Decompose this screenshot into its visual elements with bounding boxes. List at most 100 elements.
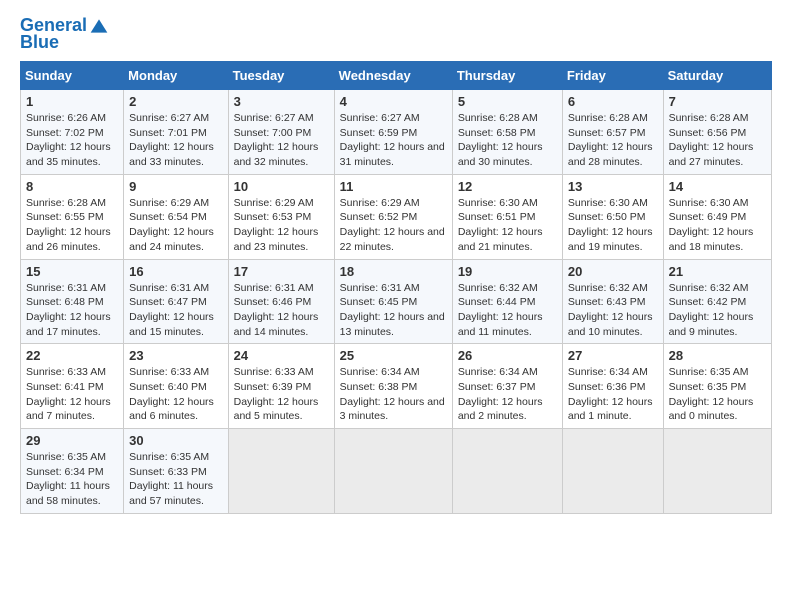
day-number: 20 — [568, 264, 658, 279]
day-number: 1 — [26, 94, 118, 109]
day-number: 25 — [340, 348, 447, 363]
day-info: Sunrise: 6:30 AMSunset: 6:50 PMDaylight:… — [568, 196, 658, 255]
day-number: 12 — [458, 179, 557, 194]
day-info: Sunrise: 6:28 AMSunset: 6:56 PMDaylight:… — [669, 111, 766, 170]
col-header-sunday: Sunday — [21, 62, 124, 90]
day-number: 30 — [129, 433, 222, 448]
day-cell: 9 Sunrise: 6:29 AMSunset: 6:54 PMDayligh… — [124, 174, 228, 259]
day-number: 17 — [234, 264, 329, 279]
day-cell: 24 Sunrise: 6:33 AMSunset: 6:39 PMDaylig… — [228, 344, 334, 429]
day-number: 3 — [234, 94, 329, 109]
day-info: Sunrise: 6:28 AMSunset: 6:57 PMDaylight:… — [568, 111, 658, 170]
day-cell: 21 Sunrise: 6:32 AMSunset: 6:42 PMDaylig… — [663, 259, 771, 344]
day-cell: 27 Sunrise: 6:34 AMSunset: 6:36 PMDaylig… — [562, 344, 663, 429]
day-cell — [663, 429, 771, 514]
day-info: Sunrise: 6:27 AMSunset: 6:59 PMDaylight:… — [340, 111, 447, 170]
col-header-saturday: Saturday — [663, 62, 771, 90]
day-number: 13 — [568, 179, 658, 194]
week-row-4: 22 Sunrise: 6:33 AMSunset: 6:41 PMDaylig… — [21, 344, 772, 429]
day-cell: 18 Sunrise: 6:31 AMSunset: 6:45 PMDaylig… — [334, 259, 452, 344]
day-number: 15 — [26, 264, 118, 279]
logo-icon — [89, 16, 109, 36]
day-cell: 17 Sunrise: 6:31 AMSunset: 6:46 PMDaylig… — [228, 259, 334, 344]
day-info: Sunrise: 6:30 AMSunset: 6:49 PMDaylight:… — [669, 196, 766, 255]
day-info: Sunrise: 6:30 AMSunset: 6:51 PMDaylight:… — [458, 196, 557, 255]
day-info: Sunrise: 6:35 AMSunset: 6:33 PMDaylight:… — [129, 450, 222, 509]
day-number: 23 — [129, 348, 222, 363]
day-info: Sunrise: 6:35 AMSunset: 6:34 PMDaylight:… — [26, 450, 118, 509]
day-info: Sunrise: 6:29 AMSunset: 6:53 PMDaylight:… — [234, 196, 329, 255]
col-header-friday: Friday — [562, 62, 663, 90]
day-info: Sunrise: 6:27 AMSunset: 7:00 PMDaylight:… — [234, 111, 329, 170]
calendar-table: SundayMondayTuesdayWednesdayThursdayFrid… — [20, 61, 772, 514]
day-info: Sunrise: 6:31 AMSunset: 6:48 PMDaylight:… — [26, 281, 118, 340]
day-number: 21 — [669, 264, 766, 279]
day-info: Sunrise: 6:35 AMSunset: 6:35 PMDaylight:… — [669, 365, 766, 424]
day-cell: 8 Sunrise: 6:28 AMSunset: 6:55 PMDayligh… — [21, 174, 124, 259]
day-cell: 11 Sunrise: 6:29 AMSunset: 6:52 PMDaylig… — [334, 174, 452, 259]
day-info: Sunrise: 6:31 AMSunset: 6:45 PMDaylight:… — [340, 281, 447, 340]
day-cell: 25 Sunrise: 6:34 AMSunset: 6:38 PMDaylig… — [334, 344, 452, 429]
day-cell: 10 Sunrise: 6:29 AMSunset: 6:53 PMDaylig… — [228, 174, 334, 259]
day-cell: 12 Sunrise: 6:30 AMSunset: 6:51 PMDaylig… — [452, 174, 562, 259]
day-info: Sunrise: 6:29 AMSunset: 6:54 PMDaylight:… — [129, 196, 222, 255]
week-row-1: 1 Sunrise: 6:26 AMSunset: 7:02 PMDayligh… — [21, 90, 772, 175]
day-cell — [334, 429, 452, 514]
day-cell: 26 Sunrise: 6:34 AMSunset: 6:37 PMDaylig… — [452, 344, 562, 429]
day-number: 2 — [129, 94, 222, 109]
day-cell: 5 Sunrise: 6:28 AMSunset: 6:58 PMDayligh… — [452, 90, 562, 175]
day-number: 14 — [669, 179, 766, 194]
logo: General Blue — [20, 16, 109, 53]
day-cell: 19 Sunrise: 6:32 AMSunset: 6:44 PMDaylig… — [452, 259, 562, 344]
day-cell: 2 Sunrise: 6:27 AMSunset: 7:01 PMDayligh… — [124, 90, 228, 175]
day-info: Sunrise: 6:34 AMSunset: 6:38 PMDaylight:… — [340, 365, 447, 424]
col-header-tuesday: Tuesday — [228, 62, 334, 90]
page-container: General Blue SundayMondayTuesdayWednesda… — [0, 0, 792, 524]
day-cell: 23 Sunrise: 6:33 AMSunset: 6:40 PMDaylig… — [124, 344, 228, 429]
day-number: 26 — [458, 348, 557, 363]
day-number: 7 — [669, 94, 766, 109]
day-number: 16 — [129, 264, 222, 279]
week-row-3: 15 Sunrise: 6:31 AMSunset: 6:48 PMDaylig… — [21, 259, 772, 344]
day-cell: 22 Sunrise: 6:33 AMSunset: 6:41 PMDaylig… — [21, 344, 124, 429]
day-cell: 14 Sunrise: 6:30 AMSunset: 6:49 PMDaylig… — [663, 174, 771, 259]
day-info: Sunrise: 6:28 AMSunset: 6:55 PMDaylight:… — [26, 196, 118, 255]
day-info: Sunrise: 6:31 AMSunset: 6:47 PMDaylight:… — [129, 281, 222, 340]
day-number: 19 — [458, 264, 557, 279]
day-cell: 4 Sunrise: 6:27 AMSunset: 6:59 PMDayligh… — [334, 90, 452, 175]
day-cell: 29 Sunrise: 6:35 AMSunset: 6:34 PMDaylig… — [21, 429, 124, 514]
day-info: Sunrise: 6:32 AMSunset: 6:43 PMDaylight:… — [568, 281, 658, 340]
day-info: Sunrise: 6:27 AMSunset: 7:01 PMDaylight:… — [129, 111, 222, 170]
day-number: 9 — [129, 179, 222, 194]
day-cell: 6 Sunrise: 6:28 AMSunset: 6:57 PMDayligh… — [562, 90, 663, 175]
day-number: 10 — [234, 179, 329, 194]
day-number: 5 — [458, 94, 557, 109]
day-number: 28 — [669, 348, 766, 363]
day-number: 22 — [26, 348, 118, 363]
column-headers-row: SundayMondayTuesdayWednesdayThursdayFrid… — [21, 62, 772, 90]
day-cell — [228, 429, 334, 514]
day-cell: 30 Sunrise: 6:35 AMSunset: 6:33 PMDaylig… — [124, 429, 228, 514]
day-cell: 16 Sunrise: 6:31 AMSunset: 6:47 PMDaylig… — [124, 259, 228, 344]
day-info: Sunrise: 6:34 AMSunset: 6:37 PMDaylight:… — [458, 365, 557, 424]
day-info: Sunrise: 6:31 AMSunset: 6:46 PMDaylight:… — [234, 281, 329, 340]
col-header-monday: Monday — [124, 62, 228, 90]
day-cell: 3 Sunrise: 6:27 AMSunset: 7:00 PMDayligh… — [228, 90, 334, 175]
day-number: 6 — [568, 94, 658, 109]
day-cell: 7 Sunrise: 6:28 AMSunset: 6:56 PMDayligh… — [663, 90, 771, 175]
col-header-wednesday: Wednesday — [334, 62, 452, 90]
day-cell: 1 Sunrise: 6:26 AMSunset: 7:02 PMDayligh… — [21, 90, 124, 175]
day-info: Sunrise: 6:28 AMSunset: 6:58 PMDaylight:… — [458, 111, 557, 170]
day-info: Sunrise: 6:26 AMSunset: 7:02 PMDaylight:… — [26, 111, 118, 170]
week-row-2: 8 Sunrise: 6:28 AMSunset: 6:55 PMDayligh… — [21, 174, 772, 259]
day-info: Sunrise: 6:34 AMSunset: 6:36 PMDaylight:… — [568, 365, 658, 424]
day-cell — [452, 429, 562, 514]
day-cell: 28 Sunrise: 6:35 AMSunset: 6:35 PMDaylig… — [663, 344, 771, 429]
day-cell: 20 Sunrise: 6:32 AMSunset: 6:43 PMDaylig… — [562, 259, 663, 344]
day-info: Sunrise: 6:33 AMSunset: 6:40 PMDaylight:… — [129, 365, 222, 424]
day-cell: 15 Sunrise: 6:31 AMSunset: 6:48 PMDaylig… — [21, 259, 124, 344]
day-number: 24 — [234, 348, 329, 363]
header: General Blue — [20, 16, 772, 53]
day-number: 8 — [26, 179, 118, 194]
day-cell — [562, 429, 663, 514]
